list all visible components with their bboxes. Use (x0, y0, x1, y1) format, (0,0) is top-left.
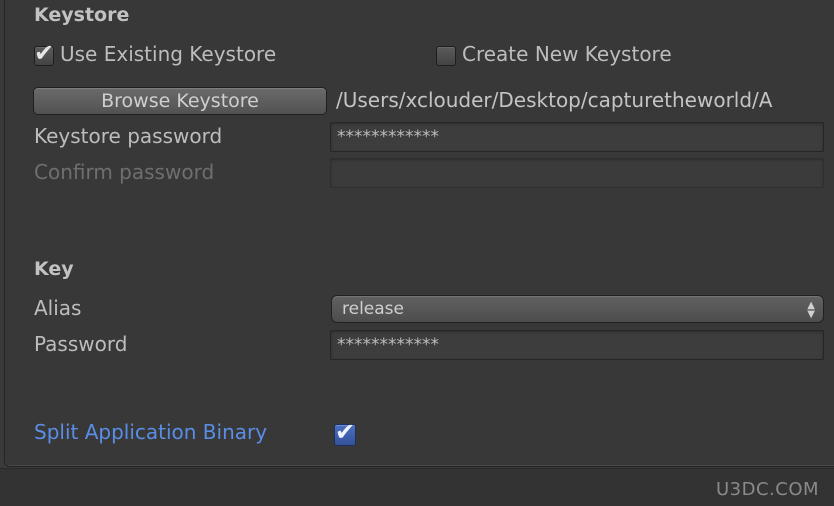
publishing-settings-panel (4, 0, 834, 467)
up-down-arrows-icon: ▲ ▼ (807, 300, 815, 320)
watermark: U3DC.COM (716, 479, 820, 500)
use-existing-keystore-checkbox[interactable]: ✔ (34, 39, 54, 67)
key-password-label: Password (34, 332, 128, 356)
keystore-path: /Users/xclouder/Desktop/capturetheworld/… (336, 88, 773, 112)
alias-select[interactable]: release ▲ ▼ (331, 295, 824, 323)
create-new-keystore-checkbox[interactable] (436, 46, 456, 66)
keystore-password-field[interactable]: ************ (330, 122, 824, 152)
footer-strip (0, 468, 834, 506)
key-password-field[interactable]: ************ (330, 330, 824, 360)
confirm-password-label: Confirm password (34, 160, 215, 184)
confirm-password-field[interactable] (330, 158, 824, 188)
check-icon: ✔ (34, 39, 55, 67)
create-new-keystore-label[interactable]: Create New Keystore (462, 42, 672, 66)
use-existing-keystore-label[interactable]: Use Existing Keystore (60, 42, 276, 66)
split-application-binary-label[interactable]: Split Application Binary (34, 420, 267, 444)
browse-keystore-button[interactable]: Browse Keystore (33, 87, 327, 115)
keystore-section-title: Keystore (34, 4, 130, 26)
split-application-binary-checkbox[interactable]: ✔ (334, 418, 356, 446)
alias-label: Alias (34, 296, 82, 320)
check-icon: ✔ (335, 418, 356, 446)
key-section-title: Key (34, 258, 74, 280)
keystore-password-label: Keystore password (34, 124, 223, 148)
alias-selected-value: release (342, 299, 404, 319)
